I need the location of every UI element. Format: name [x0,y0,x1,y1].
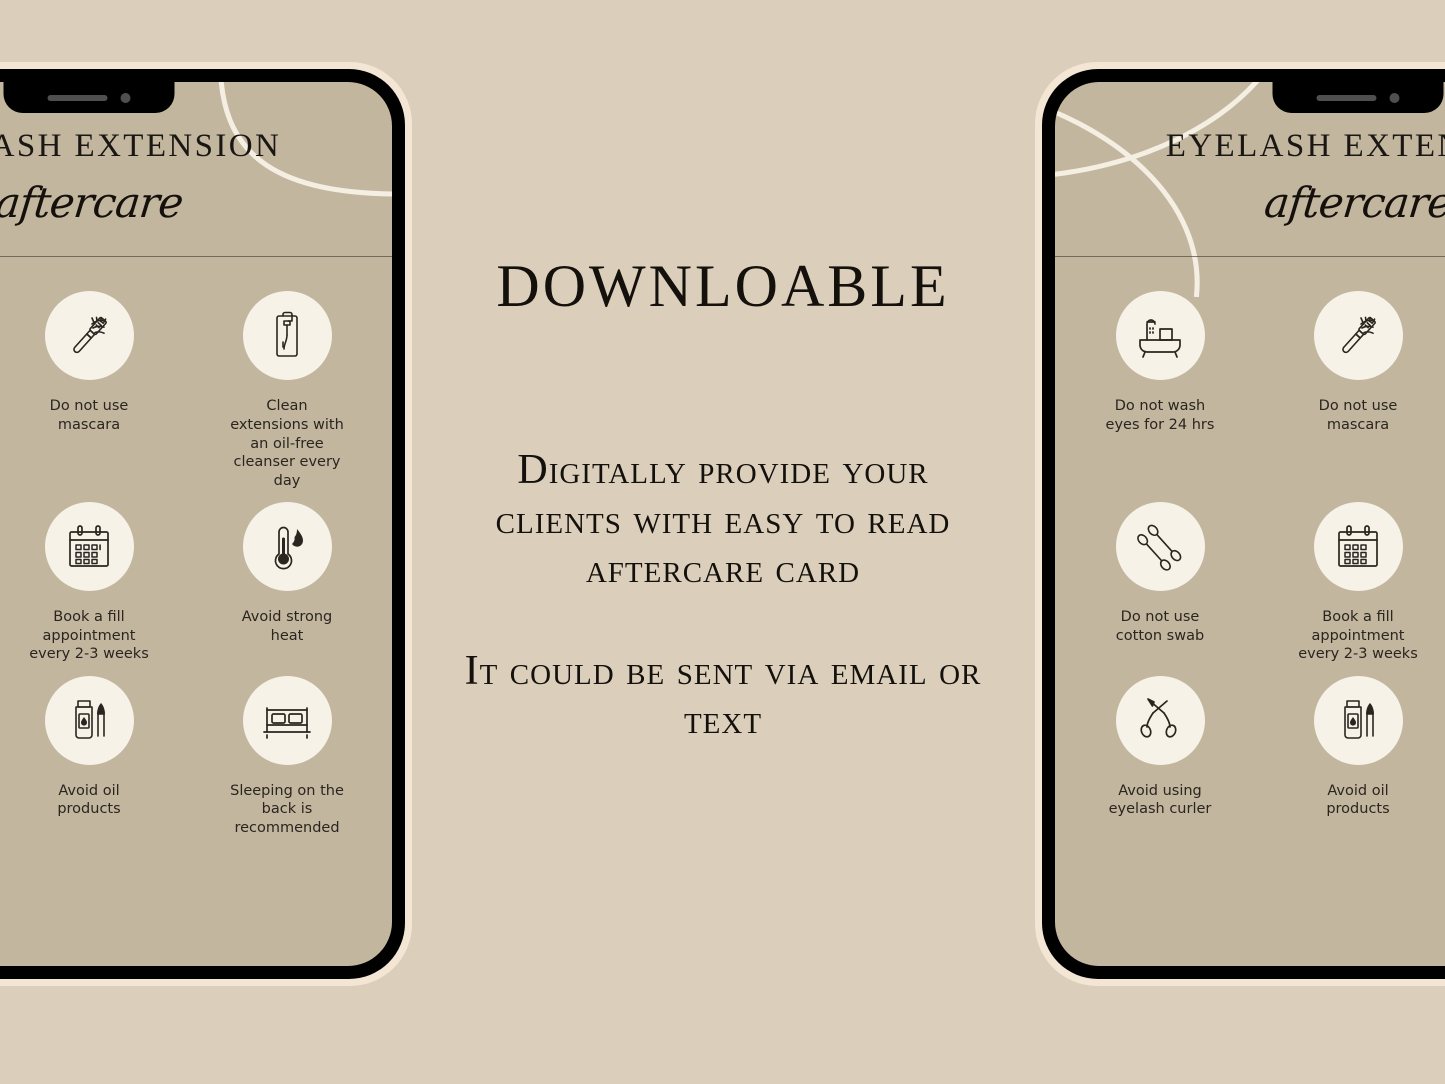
aftercare-item: Do not use mascara [0,291,188,490]
aftercare-item: Avoid using eyelash curler [1061,675,1259,838]
aftercare-icon-grid: Do not wash eyes for 24 hrs [0,257,392,966]
oil-bottle-dropper-icon [44,675,134,765]
aftercare-icon-grid: Do not wash eyes for 24 hrs [1055,257,1445,966]
aftercare-item: Book a fill appointment every 2-3 weeks [1259,502,1445,664]
eyelash-curler-icon [1115,675,1205,765]
aftercare-item: Avoid strong heat [188,502,386,664]
cotton-swab-icon [1115,502,1205,592]
phone-notch [3,82,175,113]
front-camera-icon [120,92,131,103]
aftercare-item-label: Sleeping on the back is recommended [230,782,344,836]
front-camera-icon [1389,92,1400,103]
phone-left-screen: EYELASH EXTENSION aftercare [0,82,392,966]
phone-right: EYELASH EXTENSION aftercare [1035,62,1445,986]
aftercare-item: Book a fill appointment every 2-3 weeks [0,502,188,664]
speaker-grill-icon [1316,94,1377,101]
aftercare-item-label: Clean extensions with an oil-free cleans… [230,398,344,489]
card-title: EYELASH EXTENSION [0,128,282,164]
calendar-icon [44,502,134,592]
aftercare-item: Do not use cotton swab [1061,502,1259,664]
aftercare-item-label: Book a fill appointment every 2-3 weeks [1298,609,1418,663]
phone-left-body: EYELASH EXTENSION aftercare [0,69,405,979]
aftercare-item: Do not wash eyes for 24 hrs [1061,291,1259,490]
cleanser-bottle-icon [242,291,332,381]
speaker-grill-icon [47,94,108,101]
aftercare-item-label: Book a fill appointment every 2-3 weeks [29,609,149,663]
aftercare-item-label: Avoid strong heat [241,609,333,644]
phone-right-body: EYELASH EXTENSION aftercare [1042,69,1445,979]
phone-notch [1272,82,1444,113]
aftercare-item-label: Do not use cotton swab [1115,609,1205,644]
aftercare-item-label: Avoid oil products [1326,782,1390,818]
calendar-icon [1313,502,1403,592]
paragraph-sent-via: It could be sent via email or text [464,647,982,744]
aftercare-item-label: Do not use mascara [49,398,129,434]
phone-left: EYELASH EXTENSION aftercare [0,62,412,986]
aftercare-item: Sleeping on the back is recommended [188,675,386,838]
aftercare-item: Avoid oil products [1259,675,1445,838]
aftercare-item: Clean extensions with an oil-free cleans… [188,291,386,490]
mascara-wand-lashes-icon [44,291,134,381]
bed-icon [242,675,332,765]
card-title: EYELASH EXTENSION [1165,128,1445,164]
aftercare-item: Avoid oil products [0,675,188,838]
headline-downloable: DOWNLOABLE [496,253,950,319]
poster-canvas: EYELASH EXTENSION aftercare [0,0,1445,1084]
aftercare-item-label: Avoid using eyelash curler [1108,782,1212,818]
aftercare-card-left: EYELASH EXTENSION aftercare [0,82,392,966]
aftercare-item-label: Do not use mascara [1318,398,1398,434]
card-script-subtitle: aftercare [0,178,186,228]
oil-bottle-dropper-icon [1313,675,1403,765]
thermometer-flame-icon [242,502,332,592]
card-script-subtitle: aftercare [1262,178,1445,228]
aftercare-item: Do not use mascara [1259,291,1445,490]
center-copy: DOWNLOABLE Digitally provide your client… [413,0,1033,1084]
header-divider [1055,256,1445,258]
phone-right-screen: EYELASH EXTENSION aftercare [1055,82,1445,966]
aftercare-card-right: EYELASH EXTENSION aftercare [1055,82,1445,966]
bathtub-shower-icon [1115,291,1205,381]
aftercare-item-label: Avoid oil products [57,782,121,818]
mascara-wand-lashes-icon [1313,291,1403,381]
header-divider [0,256,392,258]
aftercare-item-label: Do not wash eyes for 24 hrs [1105,398,1215,434]
paragraph-digitally-provide: Digitally provide your clients with easy… [495,447,951,593]
